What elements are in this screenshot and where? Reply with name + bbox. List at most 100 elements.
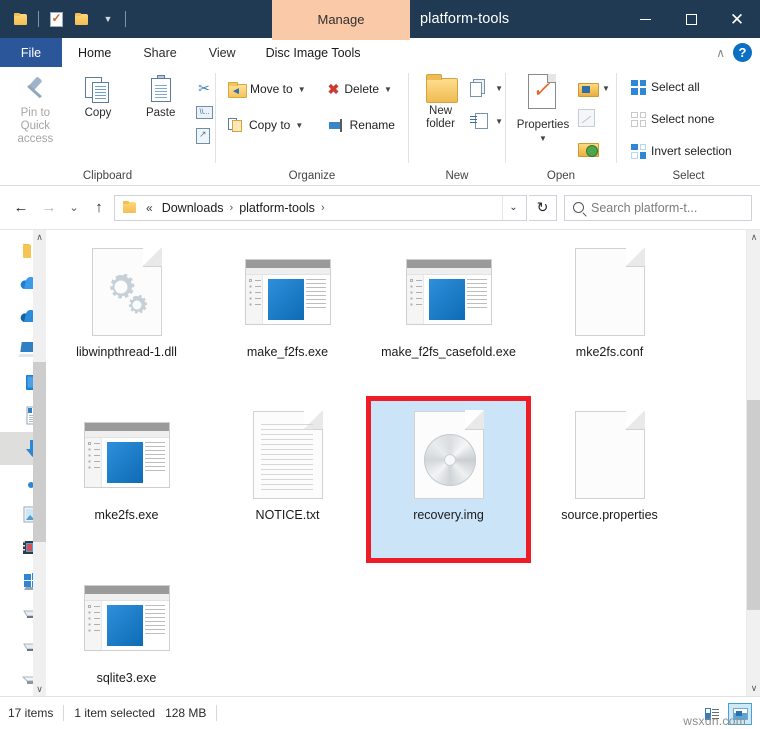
breadcrumb[interactable]: « Downloads › platform-tools › ⌄	[114, 194, 527, 221]
properties-quick-icon[interactable]	[43, 6, 69, 32]
history-button[interactable]	[576, 136, 612, 160]
tab-home[interactable]: Home	[62, 38, 128, 67]
scroll-down-icon[interactable]: ∨	[36, 682, 43, 696]
new-folder-button[interactable]: New folder	[415, 74, 466, 131]
breadcrumb-item-platform-tools[interactable]: platform-tools	[236, 201, 318, 215]
tab-share[interactable]: Share	[127, 38, 193, 67]
cut-button[interactable]: ✂	[194, 76, 215, 100]
scroll-up-icon[interactable]: ∧	[36, 230, 43, 244]
copy-to-button[interactable]: Copy to ▼	[226, 113, 308, 137]
delete-icon: ✖	[327, 81, 340, 97]
breadcrumb-dropdown-icon[interactable]: ⌄	[502, 195, 524, 220]
address-bar: ← → ⌄ ↑ « Downloads › platform-tools › ⌄…	[0, 186, 760, 229]
delete-label: Delete	[344, 82, 380, 96]
easy-access-icon	[470, 112, 490, 130]
back-button[interactable]: ←	[8, 195, 34, 221]
file-icon	[401, 244, 497, 340]
copy-button[interactable]: Copy	[69, 74, 128, 120]
scrollbar-thumb[interactable]	[747, 400, 760, 610]
file-item-selected[interactable]: recovery.img	[366, 396, 531, 563]
new-item-button[interactable]: ▼	[468, 76, 505, 100]
maximize-button[interactable]	[668, 0, 714, 38]
scroll-down-icon[interactable]: ∨	[747, 681, 760, 696]
breadcrumb-item-downloads[interactable]: Downloads	[159, 201, 227, 215]
content-scrollbar[interactable]: ∧ ∨	[746, 230, 760, 696]
ribbon-group-select: Select all Select none Invert selection …	[617, 67, 760, 186]
chevron-down-icon: ▼	[602, 83, 610, 93]
file-icon	[79, 570, 175, 666]
select-all-label: Select all	[651, 80, 700, 94]
ribbon-group-organize: ◄ Move to ▼ Copy to ▼ ✖ Delete ▼ Rename …	[216, 67, 408, 186]
window-title-text: platform-tools	[420, 11, 510, 27]
forward-button[interactable]: →	[36, 195, 62, 221]
move-to-button[interactable]: ◄ Move to ▼	[226, 77, 308, 101]
file-item[interactable]: source.properties	[529, 399, 690, 562]
group-title-new: New	[445, 170, 469, 182]
refresh-button[interactable]: ↻	[529, 194, 557, 221]
file-item[interactable]: mke2fs.exe	[46, 399, 207, 562]
properties-button[interactable]: ✓ Properties ▼	[510, 74, 576, 145]
file-name: recovery.img	[413, 508, 484, 522]
navigation-pane: ∧ ∨	[0, 230, 46, 696]
ribbon: Pin to Quick access Copy Paste ✂ \\... ↗…	[0, 67, 760, 186]
paste-icon	[146, 74, 176, 104]
recent-locations-button[interactable]: ⌄	[64, 195, 84, 221]
file-item[interactable]: NOTICE.txt	[207, 399, 368, 562]
paste-button[interactable]: Paste	[131, 74, 190, 120]
collapse-ribbon-icon[interactable]: ∧	[716, 46, 725, 60]
delete-button[interactable]: ✖ Delete ▼	[326, 77, 397, 101]
file-item[interactable]: sqlite3.exe	[46, 562, 207, 696]
help-icon[interactable]: ?	[733, 43, 752, 62]
navigation-pane-scrollbar[interactable]: ∧ ∨	[33, 230, 46, 696]
up-button[interactable]: ↑	[86, 195, 112, 221]
tab-view-label: View	[208, 45, 236, 60]
file-icon	[79, 407, 175, 503]
minimize-button[interactable]	[622, 0, 668, 38]
select-buttons: Select all Select none Invert selection	[629, 75, 734, 163]
invert-selection-button[interactable]: Invert selection	[629, 139, 734, 163]
qat-divider	[125, 11, 126, 27]
file-item[interactable]: make_f2fs_casefold.exe	[368, 236, 529, 399]
search-input[interactable]: Search platform-t...	[591, 201, 697, 215]
explorer-body: ∧ ∨ libwinpthread-1.dll make_f2fs.exe ma…	[0, 229, 760, 696]
file-list-view[interactable]: libwinpthread-1.dll make_f2fs.exe make_f…	[46, 230, 760, 696]
new-folder-quick-icon[interactable]	[69, 6, 95, 32]
breadcrumb-separator[interactable]: ›	[230, 202, 234, 214]
file-item[interactable]: libwinpthread-1.dll	[46, 236, 207, 399]
rename-button[interactable]: Rename	[326, 113, 397, 137]
file-item[interactable]: make_f2fs.exe	[207, 236, 368, 399]
search-box[interactable]: Search platform-t...	[564, 194, 752, 221]
tab-disc-image-tools[interactable]: Disc Image Tools	[251, 38, 375, 67]
select-all-button[interactable]: Select all	[629, 75, 734, 99]
file-icon	[401, 407, 497, 503]
scrollbar-thumb[interactable]	[33, 362, 46, 542]
group-title-organize: Organize	[288, 170, 336, 182]
tab-file[interactable]: File	[0, 38, 62, 67]
chevron-down-icon: ▼	[495, 116, 503, 126]
easy-access-button[interactable]: ▼	[468, 109, 505, 133]
breadcrumb-separator[interactable]: ›	[321, 202, 325, 214]
organize-col-2: ✖ Delete ▼ Rename	[326, 77, 397, 137]
ribbon-group-clipboard: Pin to Quick access Copy Paste ✂ \\... ↗…	[0, 67, 215, 186]
contextual-tab-manage[interactable]: Manage	[272, 0, 410, 38]
close-button[interactable]: ✕	[714, 0, 760, 38]
open-button[interactable]: ▼	[576, 76, 612, 100]
chevron-down-icon: ▼	[103, 13, 113, 24]
forward-icon: →	[41, 199, 57, 216]
breadcrumb-overflow[interactable]: «	[143, 201, 156, 215]
rename-icon	[328, 118, 345, 132]
pin-to-quick-access-button[interactable]: Pin to Quick access	[6, 74, 65, 146]
open-folder-icon	[578, 81, 599, 97]
edit-button[interactable]	[576, 106, 612, 130]
pin-label-line2: access	[17, 133, 54, 145]
paste-shortcut-button[interactable]	[194, 124, 215, 148]
select-none-button[interactable]: Select none	[629, 107, 734, 131]
quick-access-folder-icon[interactable]	[8, 6, 34, 32]
minimize-icon	[639, 18, 651, 20]
file-item[interactable]: mke2fs.conf	[529, 236, 690, 399]
scroll-up-icon[interactable]: ∧	[747, 230, 760, 245]
copy-path-button[interactable]: \\...	[194, 100, 215, 124]
pin-icon	[20, 74, 50, 104]
tab-view[interactable]: View	[192, 38, 252, 67]
customize-quick-access-icon[interactable]: ▼	[95, 6, 121, 32]
